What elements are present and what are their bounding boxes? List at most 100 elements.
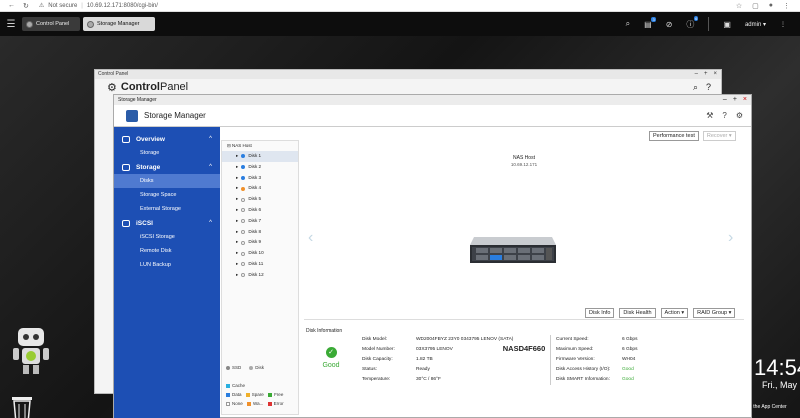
tree-disk[interactable]: ▸ Disk 7 (222, 216, 298, 227)
tree-disk[interactable]: ▸ Disk 2 (222, 162, 298, 173)
trash-icon[interactable] (10, 394, 34, 418)
window-title: Storage Manager (118, 97, 157, 103)
legend-ssd: SSD (226, 365, 241, 370)
profile-icon[interactable]: ● (769, 2, 773, 10)
maximize-icon[interactable]: + (733, 95, 737, 105)
detail-row: Disk Capacity: 1.82 TB (362, 355, 513, 365)
detail-value: 30°C / 86°F (416, 377, 441, 382)
tab-search-icon[interactable]: ▢ (752, 2, 759, 10)
warning-icon: ⚠ (38, 3, 45, 9)
legend-row: Data Spare Free (226, 390, 284, 399)
disk-label: Disk 5 (248, 196, 262, 202)
more-icon[interactable]: ⋮ (780, 21, 786, 28)
chevron-left-icon[interactable]: ‹ (308, 229, 313, 247)
external-device-icon[interactable]: ⊘ (666, 20, 673, 29)
sidebar-item-storage[interactable]: Storage (114, 146, 220, 160)
clock-date: Fri., May (762, 380, 797, 390)
disk-status-dot (241, 229, 246, 234)
tree-disk[interactable]: ▸ Disk 9 (222, 237, 298, 248)
disk-label: Disk 3 (248, 174, 262, 180)
tree-disk[interactable]: ▸ Disk 10 (222, 248, 298, 259)
close-icon[interactable]: × (743, 95, 747, 105)
tree-disk[interactable]: ▸ Disk 8 (222, 227, 298, 238)
sidebar-item-storage-space[interactable]: Storage Space (114, 188, 220, 202)
detail-key: Disk Model: (362, 337, 388, 342)
detail-key: Disk SMART Information: (556, 377, 610, 382)
detail-row: Disk Access History (I/O): Good (556, 365, 637, 375)
app-title: Storage Manager (144, 111, 206, 120)
tree-disk[interactable]: ▸ Disk 5 (222, 194, 298, 205)
taskbar-tab-control-panel[interactable]: Control Panel (22, 17, 80, 31)
detail-row: Status: Ready (362, 365, 513, 375)
disk-label: Disk 6 (248, 206, 262, 212)
user-menu[interactable]: admin ▾ (745, 21, 766, 28)
robot-icon[interactable] (10, 326, 52, 376)
recover-button[interactable]: Recover ▾ (702, 131, 736, 141)
sidebar-section-overview[interactable]: Overview ^ (114, 132, 220, 146)
tasks-badge: 3 (651, 16, 656, 22)
action-dropdown[interactable]: Action ▾ (660, 308, 689, 318)
minimize-icon[interactable]: – (695, 70, 698, 79)
search-icon[interactable]: ⌕ (693, 82, 698, 93)
user-icon[interactable]: ▣ (723, 20, 731, 29)
raid-group-dropdown[interactable]: RAID Group ▾ (693, 308, 736, 318)
disk-info-button[interactable]: Disk Info (585, 308, 615, 318)
sidebar-section-iscsi[interactable]: iSCSI ^ (114, 216, 220, 230)
disk-label: Disk 10 (248, 250, 264, 256)
tree-disk[interactable]: ▸ Disk 6 (222, 205, 298, 216)
tree-disk[interactable]: ▸ Disk 1 (222, 151, 298, 162)
performance-test-button[interactable]: Performance test (649, 131, 699, 141)
browser-nav: ← ↻ (0, 2, 29, 10)
search-icon[interactable]: ⌕ (626, 19, 630, 29)
close-icon[interactable]: × (713, 70, 717, 79)
disk-status-dot (241, 273, 246, 278)
chevron-right-icon[interactable]: › (728, 229, 733, 247)
dashboard-icon (122, 135, 130, 143)
top-actions: Performance test Recover ▾ (649, 131, 736, 141)
tree-root[interactable]: ⊟ NAS Host (222, 141, 298, 151)
disk-status-dot (241, 186, 246, 191)
detail-value: Good (622, 367, 634, 372)
chevron-up-icon: ^ (209, 164, 212, 170)
notification-badge: 6 (694, 15, 699, 21)
nas-host-label: NAS Host (513, 155, 535, 161)
divider (550, 335, 551, 385)
settings-icon[interactable]: ⚙ (736, 111, 743, 120)
sidebar-item-iscsi-storage[interactable]: iSCSI Storage (114, 230, 220, 244)
url-field[interactable]: ⚠ Not secure | 10.69.12.171:8080/cgi-bin… (38, 2, 158, 10)
notification-icon[interactable]: ⓘ 6 (686, 15, 699, 30)
nas-device-image (470, 237, 556, 263)
tools-icon[interactable]: ⚒ (706, 111, 713, 120)
back-icon[interactable]: ← (8, 2, 15, 10)
main-menu-icon[interactable]: ☰ (0, 19, 22, 30)
more-icon[interactable]: ⋮ (783, 2, 790, 10)
tree-disk[interactable]: ▸ Disk 4 (222, 183, 298, 194)
sidebar-item-remote-disk[interactable]: Remote Disk (114, 244, 220, 258)
detail-key: Status: (362, 367, 377, 372)
cache-swatch (226, 383, 230, 388)
refresh-icon[interactable]: ↻ (23, 2, 29, 10)
disk-label: Disk 1 (248, 153, 262, 158)
legend-row: Cache (226, 381, 284, 390)
sidebar-item-external-storage[interactable]: External Storage (114, 202, 220, 216)
sidebar-section-storage[interactable]: Storage ^ (114, 160, 220, 174)
detail-value: 6 Gbps (622, 337, 638, 342)
tree-disk[interactable]: ▸ Disk 11 (222, 259, 298, 270)
disk-health-button[interactable]: Disk Health (619, 308, 656, 318)
data-swatch (226, 392, 230, 397)
help-icon[interactable]: ? (706, 82, 711, 93)
tree-disk[interactable]: ▸ Disk 3 (222, 173, 298, 184)
minimize-icon[interactable]: – (723, 95, 727, 105)
star-icon[interactable]: ☆ (736, 2, 742, 10)
tree-disk[interactable]: ▸ Disk 12 (222, 270, 298, 281)
taskbar-tab-storage-manager[interactable]: Storage Manager (83, 17, 155, 31)
sidebar-item-lun-backup[interactable]: LUN Backup (114, 258, 220, 272)
sidebar-item-disks[interactable]: Disks (114, 174, 220, 188)
disk-label: Disk 9 (248, 239, 262, 245)
background-tasks-icon[interactable]: ▤ 3 (644, 16, 656, 29)
help-icon[interactable]: ? (722, 111, 726, 120)
disk-status-dot (241, 197, 246, 202)
disk-status-dot (241, 154, 246, 159)
maximize-icon[interactable]: + (704, 70, 708, 79)
taskbar-tab-label: Storage Manager (97, 21, 140, 27)
